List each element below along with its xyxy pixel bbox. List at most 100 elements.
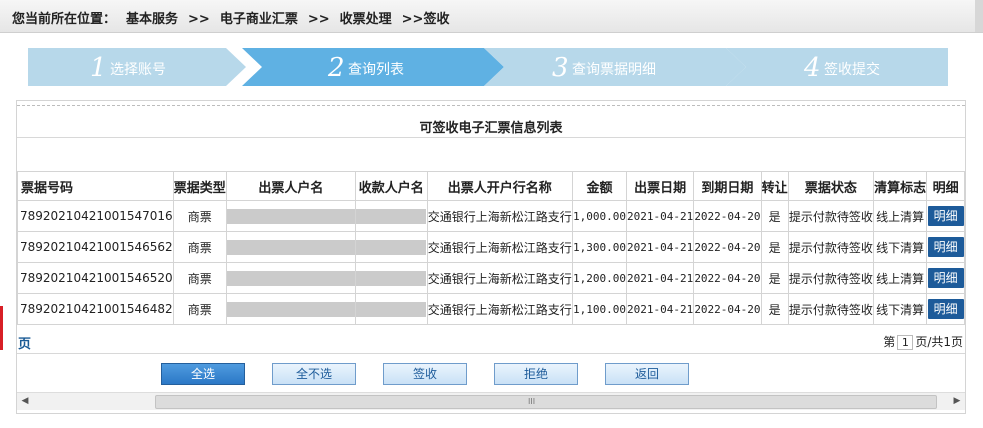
step-label: 签收提交 xyxy=(824,62,880,78)
cell-drawer-bank: 交通银行上海新松江路支行 xyxy=(426,200,574,232)
cell-drawer-bank: 交通银行上海新松江路支行 xyxy=(426,293,574,325)
select-none-button[interactable]: 全不选 xyxy=(272,363,356,385)
pager-page-label: 页 xyxy=(18,337,32,352)
cell-drawer-bank: 交通银行上海新松江路支行 xyxy=(426,231,574,263)
redacted-payee-name xyxy=(356,239,427,255)
cell-payee-name xyxy=(355,231,428,263)
breadcrumb: 您当前所在位置： 基本服务 >> 电子商业汇票 >> 收票处理 >>签收 xyxy=(12,8,459,27)
detail-button[interactable]: 明细 xyxy=(927,206,964,226)
detail-button[interactable]: 明细 xyxy=(927,268,964,288)
col-bill-type: 票据类型 xyxy=(172,171,227,201)
cell-amount: 1,200.00 xyxy=(572,262,628,294)
cell-transfer: 是 xyxy=(760,231,789,263)
divider xyxy=(17,353,965,354)
topbar-corner xyxy=(975,0,983,32)
cell-issue-date: 2021-04-21 xyxy=(626,293,695,325)
redacted-payee-name xyxy=(356,208,427,224)
step-query-detail: 3 查询票据明细 xyxy=(484,48,746,86)
cell-status: 提示付款待签收 xyxy=(787,262,875,294)
col-payee-name: 收款人户名 xyxy=(355,171,428,201)
cell-issue-date: 2021-04-21 xyxy=(626,200,695,232)
redacted-drawer-name xyxy=(227,239,355,255)
horizontal-scrollbar[interactable]: ◀ III ▶ xyxy=(17,392,965,410)
cell-amount: 1,000.00 xyxy=(572,200,628,232)
redacted-payee-name xyxy=(356,270,427,286)
col-due-date: 到期日期 xyxy=(693,171,762,201)
breadcrumb-sign: >>签收 xyxy=(401,12,450,27)
col-transfer: 转让 xyxy=(760,171,789,201)
sign-button[interactable]: 签收 xyxy=(383,363,467,385)
cell-status: 提示付款待签收 xyxy=(787,293,875,325)
left-edge-marker xyxy=(0,306,3,350)
cell-detail: 明细 xyxy=(926,200,965,232)
step-query-list: 2 查询列表 xyxy=(242,48,504,86)
scroll-left-icon[interactable]: ◀ xyxy=(17,393,33,410)
cell-clearing: 线下清算 xyxy=(873,231,928,263)
cell-bill-type: 商票 xyxy=(172,293,227,325)
scroll-right-icon[interactable]: ▶ xyxy=(949,393,965,410)
table-row[interactable]: 78920210421001546562 商票 交通银行上海新松江路支行 1,3… xyxy=(17,231,965,263)
cell-drawer-name xyxy=(225,262,357,294)
cell-payee-name xyxy=(355,200,428,232)
table-title: 可签收电子汇票信息列表 xyxy=(419,121,563,136)
cell-due-date: 2022-04-20 xyxy=(693,262,762,294)
cell-clearing: 线上清算 xyxy=(873,262,928,294)
detail-button[interactable]: 明细 xyxy=(927,237,964,257)
cell-transfer: 是 xyxy=(760,293,789,325)
cell-issue-date: 2021-04-21 xyxy=(626,262,695,294)
reject-button[interactable]: 拒绝 xyxy=(494,363,578,385)
pager: 第 1 页/共1页 xyxy=(883,333,963,350)
table-row[interactable]: 78920210421001547016 商票 交通银行上海新松江路支行 1,0… xyxy=(17,200,965,232)
pager-prefix: 第 xyxy=(883,335,896,349)
back-button[interactable]: 返回 xyxy=(605,363,689,385)
step-select-account: 1 选择账号 xyxy=(28,48,246,86)
cell-due-date: 2022-04-20 xyxy=(693,293,762,325)
bill-list-panel: 可签收电子汇票信息列表 票据号码 票据类型 出票人户名 收款人户名 出票人开户行… xyxy=(16,100,966,414)
table-header-row: 票据号码 票据类型 出票人户名 收款人户名 出票人开户行名称 金额 出票日期 到… xyxy=(17,171,965,201)
cell-drawer-bank: 交通银行上海新松江路支行 xyxy=(426,262,574,294)
breadcrumb-separator: >> xyxy=(307,12,330,27)
redacted-payee-name xyxy=(356,301,427,317)
redacted-drawer-name xyxy=(227,301,355,317)
cell-detail: 明细 xyxy=(926,231,965,263)
breadcrumb-receive[interactable]: 收票处理 xyxy=(340,12,392,27)
cell-drawer-name xyxy=(225,293,357,325)
cell-detail: 明细 xyxy=(926,262,965,294)
breadcrumb-basic-services[interactable]: 基本服务 xyxy=(126,12,178,27)
col-amount: 金额 xyxy=(572,171,628,201)
cell-clearing: 线下清算 xyxy=(873,293,928,325)
table-row[interactable]: 78920210421001546520 商票 交通银行上海新松江路支行 1,2… xyxy=(17,262,965,294)
bill-table: 票据号码 票据类型 出票人户名 收款人户名 出票人开户行名称 金额 出票日期 到… xyxy=(17,171,965,325)
breadcrumb-separator: >> xyxy=(188,12,210,27)
breadcrumb-ecds[interactable]: 电子商业汇票 xyxy=(220,12,298,27)
cell-bill-no: 78920210421001546520 xyxy=(17,262,174,294)
cell-bill-no: 78920210421001546482 xyxy=(17,293,174,325)
pager-current-page-input[interactable]: 1 xyxy=(897,335,914,350)
cell-due-date: 2022-04-20 xyxy=(693,200,762,232)
detail-button[interactable]: 明细 xyxy=(927,299,964,319)
scrollbar-thumb[interactable]: III xyxy=(155,395,937,409)
cell-due-date: 2022-04-20 xyxy=(693,231,762,263)
step-wizard: 1 选择账号 2 查询列表 3 查询票据明细 4 签收提交 xyxy=(28,48,948,86)
step-label: 查询列表 xyxy=(348,62,404,78)
cell-transfer: 是 xyxy=(760,200,789,232)
step-number: 4 xyxy=(804,53,821,83)
cell-payee-name xyxy=(355,293,428,325)
select-all-button[interactable]: 全选 xyxy=(161,363,245,385)
step-number: 3 xyxy=(552,53,569,83)
scrollbar-grip-icon: III xyxy=(528,397,536,406)
divider xyxy=(17,137,965,138)
col-detail: 明细 xyxy=(926,171,965,201)
redacted-drawer-name xyxy=(227,208,355,224)
cell-amount: 1,100.00 xyxy=(572,293,628,325)
step-number: 2 xyxy=(328,53,345,83)
cell-clearing: 线上清算 xyxy=(873,200,928,232)
cell-bill-no: 78920210421001546562 xyxy=(17,231,174,263)
redacted-drawer-name xyxy=(227,270,355,286)
cell-payee-name xyxy=(355,262,428,294)
cell-bill-type: 商票 xyxy=(172,231,227,263)
pager-suffix: 页/共1页 xyxy=(915,335,963,349)
table-row[interactable]: 78920210421001546482 商票 交通银行上海新松江路支行 1,1… xyxy=(17,293,965,325)
col-drawer-bank: 出票人开户行名称 xyxy=(426,171,574,201)
dashed-divider xyxy=(17,105,965,106)
